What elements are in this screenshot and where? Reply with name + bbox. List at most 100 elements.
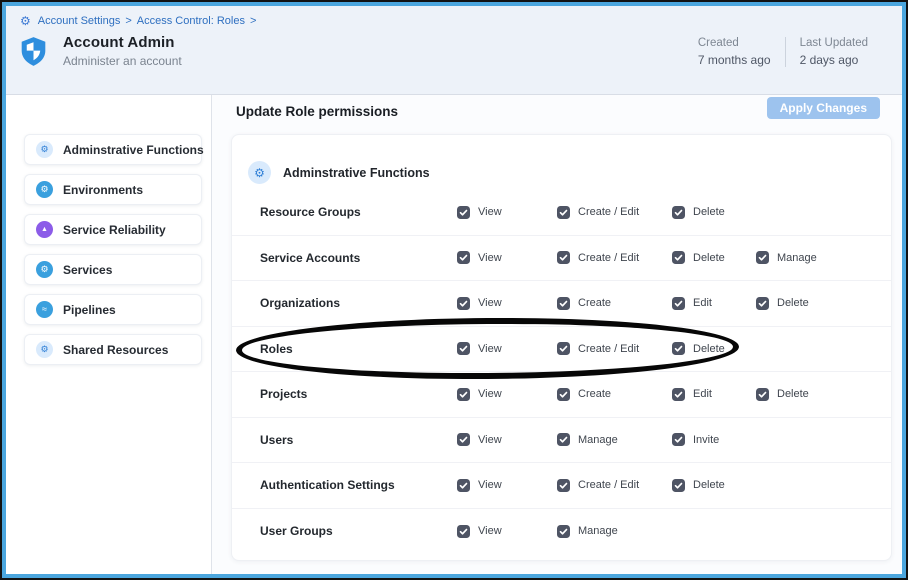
permission-cell: View [457, 206, 557, 219]
meta-item-0: Created7 months ago [684, 37, 785, 67]
sidebar-item-shared-resources[interactable]: ⚙Shared Resources [24, 334, 202, 365]
gear-icon: ⚙ [36, 141, 53, 158]
permission-create-edit: Create / Edit [557, 251, 672, 264]
checkbox-checked[interactable] [672, 479, 685, 492]
sidebar-item-services[interactable]: ⚙Services [24, 254, 202, 285]
resource-name: Roles [260, 342, 457, 356]
permission-label: Manage [578, 525, 618, 537]
permission-cell: Create / Edit [557, 206, 672, 219]
services-icon: ⚙ [36, 261, 53, 278]
checkbox-checked[interactable] [672, 206, 685, 219]
checkbox-checked[interactable] [457, 433, 470, 446]
meta-label: Created [698, 37, 771, 49]
checkbox-checked[interactable] [457, 251, 470, 264]
permission-row-user-groups: User GroupsView Manage [232, 509, 891, 555]
permissions-panel: Update Role permissions Apply Changes ⚙ … [212, 95, 902, 574]
permission-cell: Manage [756, 251, 891, 264]
permission-label: Create [578, 297, 611, 309]
permission-cell: Delete [756, 388, 891, 401]
checkbox-checked[interactable] [672, 297, 685, 310]
checkbox-checked[interactable] [457, 388, 470, 401]
permission-cell: Create [557, 297, 672, 310]
resource-name: User Groups [260, 524, 457, 538]
checkbox-checked[interactable] [672, 342, 685, 355]
sidebar-item-label: Service Reliability [63, 223, 166, 237]
checkbox-checked[interactable] [756, 297, 769, 310]
checkbox-checked[interactable] [557, 525, 570, 538]
permission-label: View [478, 297, 502, 309]
permission-rows: Resource GroupsViewCreate / EditDeleteSe… [232, 190, 891, 554]
checkbox-checked[interactable] [557, 251, 570, 264]
permission-label: Create / Edit [578, 343, 639, 355]
checkbox-checked[interactable] [557, 297, 570, 310]
permission-label: Delete [777, 297, 809, 309]
sidebar-item-environments[interactable]: ⚙Environments [24, 174, 202, 205]
permission-cell: View [457, 525, 557, 538]
checkbox-checked[interactable] [457, 342, 470, 355]
checkbox-checked[interactable] [756, 388, 769, 401]
service-reliability-icon: ▲ [36, 221, 53, 238]
permission-label: View [478, 252, 502, 264]
permission-cell: Delete [672, 479, 756, 492]
permission-label: Invite [693, 434, 719, 446]
permission-label: Create / Edit [578, 252, 639, 264]
permission-create: Create [557, 297, 672, 310]
checkbox-checked[interactable] [557, 479, 570, 492]
checkbox-checked[interactable] [557, 342, 570, 355]
permission-delete: Delete [672, 342, 756, 355]
page-subtitle: Administer an account [63, 54, 182, 68]
breadcrumb-link-1[interactable]: Access Control: Roles [137, 15, 245, 27]
breadcrumb: ⚙ Account Settings>Access Control: Roles… [20, 15, 902, 27]
resource-name: Authentication Settings [260, 478, 457, 492]
checkbox-checked[interactable] [672, 388, 685, 401]
checkbox-checked[interactable] [457, 525, 470, 538]
app-window: ⚙ Account Settings > Access Control: Roles… [0, 0, 908, 580]
page-title: Account Admin [63, 34, 182, 51]
environments-icon: ⚙ [36, 181, 53, 198]
checkbox-checked[interactable] [457, 206, 470, 219]
permission-view: View [457, 525, 557, 538]
permission-row-service-accounts: Service AccountsViewCreate / EditDeleteM… [232, 236, 891, 282]
sidebar-item-label: Shared Resources [63, 343, 168, 357]
permission-cell: View [457, 388, 557, 401]
permission-row-projects: ProjectsViewCreateEditDelete [232, 372, 891, 418]
checkbox-checked[interactable] [557, 206, 570, 219]
permission-view: View [457, 342, 557, 355]
section-title: Adminstrative Functions [283, 166, 430, 180]
gear-icon: ⚙ [248, 161, 271, 184]
permission-label: Create [578, 388, 611, 400]
checkbox-checked[interactable] [756, 251, 769, 264]
checkbox-checked[interactable] [457, 479, 470, 492]
meta-label: Last Updated [800, 37, 868, 49]
checkbox-checked[interactable] [557, 433, 570, 446]
checkbox-checked[interactable] [557, 388, 570, 401]
permission-label: View [478, 206, 502, 218]
permission-cell: Edit [672, 297, 756, 310]
permission-label: View [478, 388, 502, 400]
sidebar-item-adminstrative-functions[interactable]: ⚙Adminstrative Functions [24, 134, 202, 165]
page: ⚙ Account Settings > Access Control: Roles… [2, 2, 906, 578]
permission-cell: Create [557, 388, 672, 401]
breadcrumb-link-0[interactable]: Account Settings [38, 15, 121, 27]
permission-cell: View [457, 251, 557, 264]
checkbox-checked[interactable] [672, 251, 685, 264]
permission-manage: Manage [557, 433, 672, 446]
permission-row-resource-groups: Resource GroupsViewCreate / EditDelete [232, 190, 891, 236]
checkbox-checked[interactable] [672, 433, 685, 446]
permission-cell: Edit [672, 388, 756, 401]
sidebar-item-pipelines[interactable]: ≈Pipelines [24, 294, 202, 325]
page-header: ⚙ Account Settings>Access Control: Roles… [6, 6, 902, 95]
permission-invite: Invite [672, 433, 756, 446]
permission-delete: Delete [672, 479, 756, 492]
permission-label: View [478, 479, 502, 491]
breadcrumb-separator: > [250, 15, 256, 27]
breadcrumb-separator: > [125, 15, 131, 27]
permission-cell: Manage [557, 433, 672, 446]
apply-changes-button[interactable]: Apply Changes [767, 97, 880, 119]
checkbox-checked[interactable] [457, 297, 470, 310]
permission-cell: Delete [756, 297, 891, 310]
resource-name: Service Accounts [260, 251, 457, 265]
permission-row-users: UsersViewManageInvite [232, 418, 891, 464]
sidebar-item-service-reliability[interactable]: ▲ Service Reliability [24, 214, 202, 245]
permission-delete: Delete [672, 206, 756, 219]
